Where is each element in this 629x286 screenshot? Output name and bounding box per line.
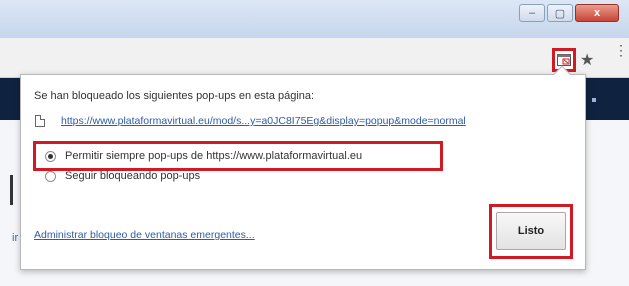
minimize-button[interactable]: –: [519, 4, 545, 22]
keep-blocking-radio[interactable]: [45, 171, 56, 182]
close-button[interactable]: x: [575, 4, 619, 22]
browser-toolbar: [0, 38, 629, 78]
popup-blocked-icon: [557, 54, 571, 66]
manage-popup-blocking-link[interactable]: Administrar bloqueo de ventanas emergent…: [34, 229, 255, 241]
keep-blocking-label[interactable]: Seguir bloqueando pop-ups: [65, 170, 200, 182]
popup-blocked-bubble: Se han bloqueado los siguientes pop-ups …: [20, 74, 586, 270]
page-side-bar: [10, 175, 13, 205]
window-titlebar: – ▢ x: [0, 0, 629, 38]
window-controls: – ▢ x: [519, 4, 619, 22]
menu-icon[interactable]: ⋮: [614, 43, 628, 57]
blocked-popup-link[interactable]: https://www.plataformavirtual.eu/mod/s..…: [61, 115, 466, 127]
bookmark-star-icon[interactable]: ★: [580, 50, 594, 70]
allow-always-label[interactable]: Permitir siempre pop-ups de https://www.…: [65, 150, 362, 162]
done-button[interactable]: Listo: [496, 212, 566, 250]
page-icon: [35, 115, 45, 127]
maximize-button[interactable]: ▢: [547, 4, 573, 22]
allow-always-radio[interactable]: [45, 151, 56, 162]
page-side-text: ir: [12, 232, 19, 244]
bubble-heading: Se han bloqueado los siguientes pop-ups …: [34, 90, 315, 102]
nav-indicator: [592, 98, 596, 102]
